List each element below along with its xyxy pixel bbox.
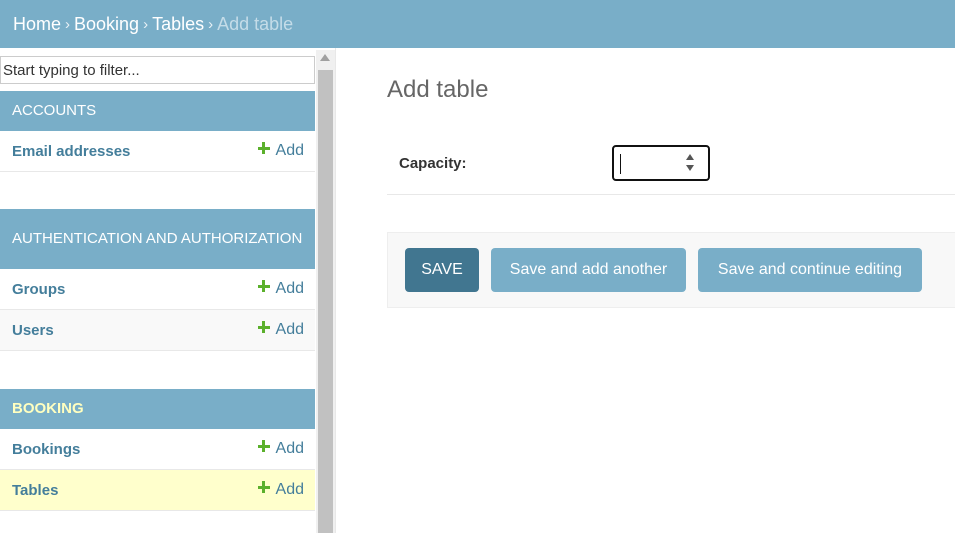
breadcrumb-current: Add table bbox=[217, 13, 294, 34]
breadcrumb-booking[interactable]: Booking bbox=[74, 14, 139, 35]
module-title: Booking bbox=[12, 400, 84, 417]
text-caret bbox=[620, 154, 621, 174]
save-button[interactable]: SAVE bbox=[405, 248, 479, 292]
sidebar-filter-input[interactable] bbox=[0, 56, 315, 84]
module-header[interactable]: Accounts bbox=[0, 91, 315, 131]
save-and-continue-button[interactable]: Save and continue editing bbox=[698, 248, 922, 292]
number-stepper[interactable] bbox=[684, 152, 698, 174]
breadcrumb: Home › Booking › Tables › Add table bbox=[0, 0, 955, 48]
plus-icon bbox=[257, 321, 270, 333]
nav-sidebar: Accounts Email addresses Add Authenticat… bbox=[0, 48, 336, 533]
increment-arrow-icon[interactable] bbox=[686, 154, 694, 160]
sidebar-scrollbar[interactable] bbox=[316, 50, 335, 533]
add-link[interactable]: Add bbox=[257, 321, 304, 339]
page-title: Add table bbox=[387, 76, 489, 103]
breadcrumb-separator: › bbox=[143, 15, 149, 33]
model-link[interactable]: Users bbox=[12, 322, 54, 339]
add-label: Add bbox=[275, 440, 304, 457]
add-link[interactable]: Add bbox=[257, 481, 304, 499]
breadcrumb-home[interactable]: Home bbox=[13, 14, 61, 35]
module-authentication-and-authorization: Authentication and Authorization Groups … bbox=[0, 209, 315, 351]
add-label: Add bbox=[275, 142, 304, 159]
module-header[interactable]: Authentication and Authorization bbox=[0, 209, 315, 269]
breadcrumb-separator: › bbox=[208, 15, 214, 33]
sidebar-item-groups: Groups Add bbox=[0, 269, 315, 310]
model-link[interactable]: Groups bbox=[12, 281, 65, 298]
sidebar-item-tables: Tables Add bbox=[0, 470, 315, 511]
plus-icon bbox=[257, 481, 270, 493]
model-link[interactable]: Tables bbox=[12, 482, 58, 499]
plus-icon bbox=[257, 280, 270, 292]
module-title: Accounts bbox=[12, 102, 97, 119]
add-link[interactable]: Add bbox=[257, 142, 304, 160]
module-header[interactable]: Booking bbox=[0, 389, 315, 429]
module-accounts: Accounts Email addresses Add bbox=[0, 91, 315, 172]
module-title: Authentication and Authorization bbox=[12, 230, 303, 247]
plus-icon bbox=[257, 142, 270, 154]
scrollbar-thumb[interactable] bbox=[318, 70, 333, 533]
model-link[interactable]: Bookings bbox=[12, 441, 80, 458]
breadcrumb-tables[interactable]: Tables bbox=[152, 14, 204, 35]
sidebar-item-email-addresses: Email addresses Add bbox=[0, 131, 315, 172]
sidebar-divider bbox=[335, 48, 336, 533]
capacity-input[interactable] bbox=[612, 145, 710, 181]
add-link[interactable]: Add bbox=[257, 440, 304, 458]
model-link[interactable]: Email addresses bbox=[12, 143, 130, 160]
add-label: Add bbox=[275, 321, 304, 338]
scroll-up-arrow-icon[interactable] bbox=[320, 54, 330, 61]
decrement-arrow-icon[interactable] bbox=[686, 165, 694, 171]
plus-icon bbox=[257, 440, 270, 452]
capacity-label: Capacity: bbox=[399, 155, 467, 172]
add-link[interactable]: Add bbox=[257, 280, 304, 298]
add-label: Add bbox=[275, 280, 304, 297]
save-and-add-another-button[interactable]: Save and add another bbox=[491, 248, 686, 292]
submit-row: SAVE Save and add another Save and conti… bbox=[387, 232, 955, 308]
module-booking: Booking Bookings Add Tables Add bbox=[0, 389, 315, 511]
capacity-value[interactable] bbox=[618, 150, 680, 176]
sidebar-item-users: Users Add bbox=[0, 310, 315, 351]
sidebar-item-bookings: Bookings Add bbox=[0, 429, 315, 470]
breadcrumb-separator: › bbox=[65, 15, 71, 33]
add-label: Add bbox=[275, 481, 304, 498]
form-row-capacity: Capacity: bbox=[387, 143, 955, 195]
